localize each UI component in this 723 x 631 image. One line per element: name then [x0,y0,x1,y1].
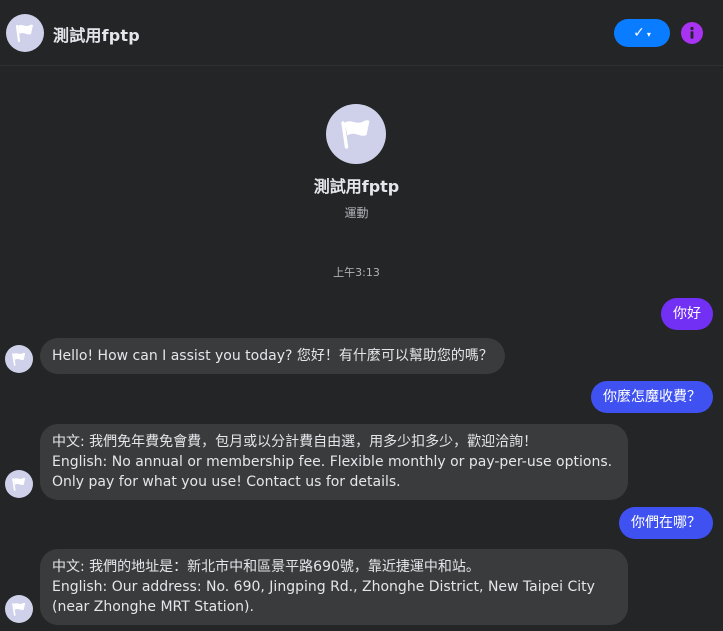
message-line: Hello! How can I assist you today? 您好！有什… [52,348,493,364]
outgoing-message[interactable]: 你們在哪？ [619,507,713,539]
message-avatar[interactable] [5,470,33,498]
white-flag-icon [5,595,33,623]
profile-name: 測試用fptp [313,177,400,196]
info-icon [690,26,694,39]
message-line: Only pay for what you use! Contact us fo… [52,474,401,490]
message-timestamp: 上午3:13 [333,266,380,279]
outgoing-message[interactable]: 你好 [661,298,713,330]
white-flag-icon [326,104,386,164]
incoming-message[interactable]: 中文: 我們的地址是：新北市中和區景平路690號，靠近捷運中和站。 Englis… [40,549,628,625]
message-line: (near Zhonghe MRT Station). [52,599,254,615]
message-line: English: No annual or membership fee. Fl… [52,454,613,470]
message-avatar[interactable] [5,595,33,623]
profile-avatar[interactable] [326,104,386,164]
header-avatar[interactable] [6,14,44,52]
info-button[interactable] [681,22,703,44]
profile-category: 運動 [344,206,369,220]
white-flag-icon [6,14,44,52]
message-line: 中文: 我們的地址是：新北市中和區景平路690號，靠近捷運中和站。 [52,559,480,575]
chat-title: 測試用fptp [53,26,140,45]
outgoing-message[interactable]: 你麼怎魔收費？ [591,381,713,413]
incoming-message[interactable]: Hello! How can I assist you today? 您好！有什… [40,338,505,374]
white-flag-icon [5,345,33,373]
verify-button[interactable]: ✓ ▾ [614,19,670,47]
incoming-message[interactable]: 中文: 我們免年費免會費，包月或以分計費自由選，用多少扣多少，歡迎洽詢！ Eng… [40,424,628,500]
checkmark-icon: ✓ [633,25,645,41]
message-line: English: Our address: No. 690, Jingping … [52,579,595,595]
white-flag-icon [5,470,33,498]
chat-header: 測試用fptp ✓ ▾ [0,0,723,66]
message-avatar[interactable] [5,345,33,373]
chevron-down-icon: ▾ [646,29,651,39]
message-line: 中文: 我們免年費免會費，包月或以分計費自由選，用多少扣多少，歡迎洽詢！ [52,434,538,450]
